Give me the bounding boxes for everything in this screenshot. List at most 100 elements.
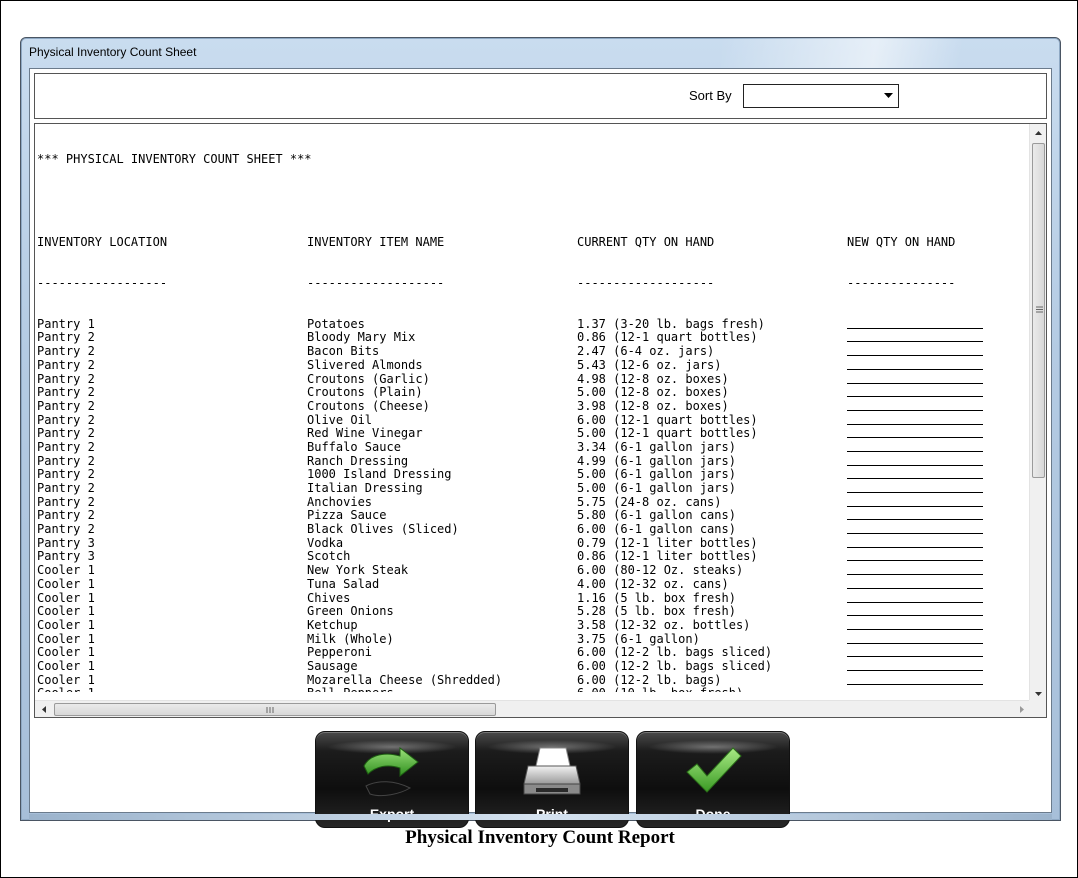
row-current-qty: 4.99 (6-1 gallon jars) bbox=[577, 453, 736, 468]
table-row: Cooler 1Bell Peppers6.00 (10 lb. box fre… bbox=[37, 687, 1023, 692]
write-in-line bbox=[847, 660, 983, 671]
horizontal-scroll-thumb[interactable] bbox=[54, 703, 496, 716]
table-row: Cooler 1 Green Onions 5.28 (5 lb. box fres… bbox=[37, 605, 1023, 619]
write-in-line bbox=[847, 619, 983, 630]
table-row: Pantry 3 Vodka 0.79 (12-1 liter bottles) bbox=[37, 535, 1023, 551]
scroll-up-icon[interactable] bbox=[1030, 124, 1046, 141]
printer-icon bbox=[522, 744, 582, 805]
write-in-line bbox=[847, 537, 983, 548]
row-new-qty-blank bbox=[847, 400, 987, 414]
row-location: Cooler 1 bbox=[37, 645, 95, 660]
table-row: Pantry 2 Croutons (Plain) 5.00 (12-8 oz. b… bbox=[37, 386, 1023, 400]
table-row: Pantry 2 Red Wine Vinegar 5.00 (12-1 quart… bbox=[37, 427, 1023, 441]
header-inventory-location: INVENTORY LOCATION bbox=[37, 234, 168, 249]
report-text: *** PHYSICAL INVENTORY COUNT SHEET *** I… bbox=[37, 126, 1023, 692]
table-row: Pantry 2 Anchovies 5.75 (24-8 oz. cans) bbox=[37, 494, 1023, 510]
row-current-qty: 1.16 (5 lb. box fresh) bbox=[577, 590, 736, 605]
table-row: Pantry 2 Buffalo Sauce 3.34 (6-1 gallon ja… bbox=[37, 440, 1023, 455]
write-in-line bbox=[847, 687, 983, 692]
row-item-name: Red Wine Vinegar bbox=[307, 426, 423, 441]
row-new-qty-blank bbox=[847, 592, 987, 606]
write-in-line bbox=[847, 468, 983, 480]
underline-item-name: ------------------- bbox=[307, 275, 445, 290]
row-item-name: Green Onions bbox=[307, 604, 394, 619]
row-current-qty: 5.00 (12-1 quart bottles) bbox=[577, 426, 758, 441]
row-current-qty: 0.79 (12-1 liter bottles) bbox=[577, 535, 758, 550]
row-new-qty-blank bbox=[847, 564, 987, 578]
row-location: Cooler 1 bbox=[37, 576, 95, 591]
row-item-name: Pizza Sauce bbox=[307, 508, 387, 523]
table-row: Pantry 2 Pizza Sauce 5.80 (6-1 gallon cans… bbox=[37, 509, 1023, 523]
row-location: Pantry 2 bbox=[37, 494, 95, 509]
row-item-name: Pepperoni bbox=[307, 645, 373, 660]
write-in-line bbox=[847, 578, 983, 589]
row-location: Pantry 2 bbox=[37, 330, 95, 345]
row-new-qty-blank bbox=[847, 359, 987, 373]
row-location: Pantry 3 bbox=[37, 535, 95, 550]
sort-by-dropdown[interactable] bbox=[743, 84, 899, 108]
row-new-qty-blank bbox=[847, 619, 987, 633]
row-location: Cooler 1 bbox=[37, 631, 95, 646]
row-location: Cooler 1 bbox=[37, 590, 95, 605]
row-location: Pantry 2 bbox=[37, 412, 95, 427]
report-rows: Pantry 1 Potatoes 1.37 (3-20 lb. bags fres… bbox=[37, 317, 1023, 692]
row-location: Cooler 1 bbox=[37, 687, 307, 692]
row-location: Pantry 2 bbox=[37, 481, 95, 496]
scroll-right-icon[interactable] bbox=[1013, 701, 1030, 717]
row-new-qty-blank bbox=[847, 455, 987, 469]
table-row: Cooler 1 Sausage 6.00 (12-2 lb. bags slice… bbox=[37, 658, 1023, 674]
figure-frame: Physical Inventory Count Sheet Sort By *… bbox=[0, 0, 1078, 878]
row-item-name: 1000 Island Dressing bbox=[307, 467, 452, 482]
row-item-name: Bell Peppers bbox=[307, 687, 577, 692]
write-in-line bbox=[847, 523, 983, 535]
report-viewer[interactable]: *** PHYSICAL INVENTORY COUNT SHEET *** I… bbox=[34, 123, 1047, 718]
horizontal-scrollbar[interactable] bbox=[35, 700, 1030, 717]
row-location: Pantry 2 bbox=[37, 398, 95, 413]
write-in-line bbox=[847, 400, 983, 411]
scroll-left-icon[interactable] bbox=[35, 701, 52, 717]
write-in-line bbox=[847, 482, 983, 494]
write-in-line bbox=[847, 592, 983, 603]
report-blank-line bbox=[37, 195, 1023, 209]
row-new-qty-blank bbox=[847, 646, 987, 660]
table-row: Pantry 2 Slivered Almonds 5.43 (12-6 oz. j… bbox=[37, 357, 1023, 373]
row-item-name: Croutons (Cheese) bbox=[307, 398, 430, 413]
row-current-qty: 3.75 (6-1 gallon) bbox=[577, 631, 700, 646]
table-row: Pantry 2 Croutons (Garlic) 4.98 (12-8 oz. … bbox=[37, 372, 1023, 387]
write-in-line bbox=[847, 318, 983, 329]
row-new-qty-blank bbox=[847, 550, 987, 564]
row-location: Pantry 2 bbox=[37, 385, 95, 400]
write-in-line bbox=[847, 496, 983, 507]
window-client-area: Sort By *** PHYSICAL INVENTORY COUNT SHE… bbox=[29, 68, 1052, 828]
row-current-qty: 6.00 (12-2 lb. bags sliced) bbox=[577, 645, 773, 660]
vertical-scrollbar[interactable] bbox=[1029, 124, 1046, 702]
row-location: Pantry 3 bbox=[37, 549, 95, 564]
write-in-line bbox=[847, 564, 983, 576]
row-current-qty: 0.86 (12-1 liter bottles) bbox=[577, 549, 758, 564]
vertical-scroll-thumb[interactable] bbox=[1032, 143, 1045, 478]
table-row: Pantry 2 Croutons (Cheese) 3.98 (12-8 oz. … bbox=[37, 398, 1023, 414]
chevron-down-icon[interactable] bbox=[879, 86, 897, 106]
row-item-name: Ketchup bbox=[307, 617, 358, 632]
row-item-name: Scotch bbox=[307, 549, 351, 564]
scroll-corner bbox=[1029, 700, 1046, 717]
row-item-name: Ranch Dressing bbox=[307, 453, 409, 468]
row-item-name: Sausage bbox=[307, 658, 358, 673]
row-location: Cooler 1 bbox=[37, 617, 95, 632]
window-bottom-border bbox=[29, 814, 1052, 820]
row-new-qty-blank bbox=[847, 578, 987, 592]
write-in-line bbox=[847, 331, 983, 343]
row-location: Pantry 2 bbox=[37, 508, 95, 523]
header-new-qty: NEW QTY ON HAND bbox=[847, 234, 956, 249]
write-in-line bbox=[847, 441, 983, 452]
row-new-qty-blank bbox=[847, 687, 987, 692]
window-title: Physical Inventory Count Sheet bbox=[29, 45, 197, 59]
write-in-line bbox=[847, 633, 983, 644]
row-current-qty: 2.47 (6-4 oz. jars) bbox=[577, 344, 715, 359]
row-current-qty: 4.00 (12-32 oz. cans) bbox=[577, 576, 729, 591]
table-row: Pantry 2 Black Olives (Sliced) 6.00 (6-1 g… bbox=[37, 522, 1023, 537]
write-in-line bbox=[847, 550, 983, 562]
row-item-name: Slivered Almonds bbox=[307, 357, 423, 372]
row-new-qty-blank bbox=[847, 537, 987, 551]
table-row: Cooler 1 Chives 1.16 (5 lb. box fresh) bbox=[37, 590, 1023, 606]
